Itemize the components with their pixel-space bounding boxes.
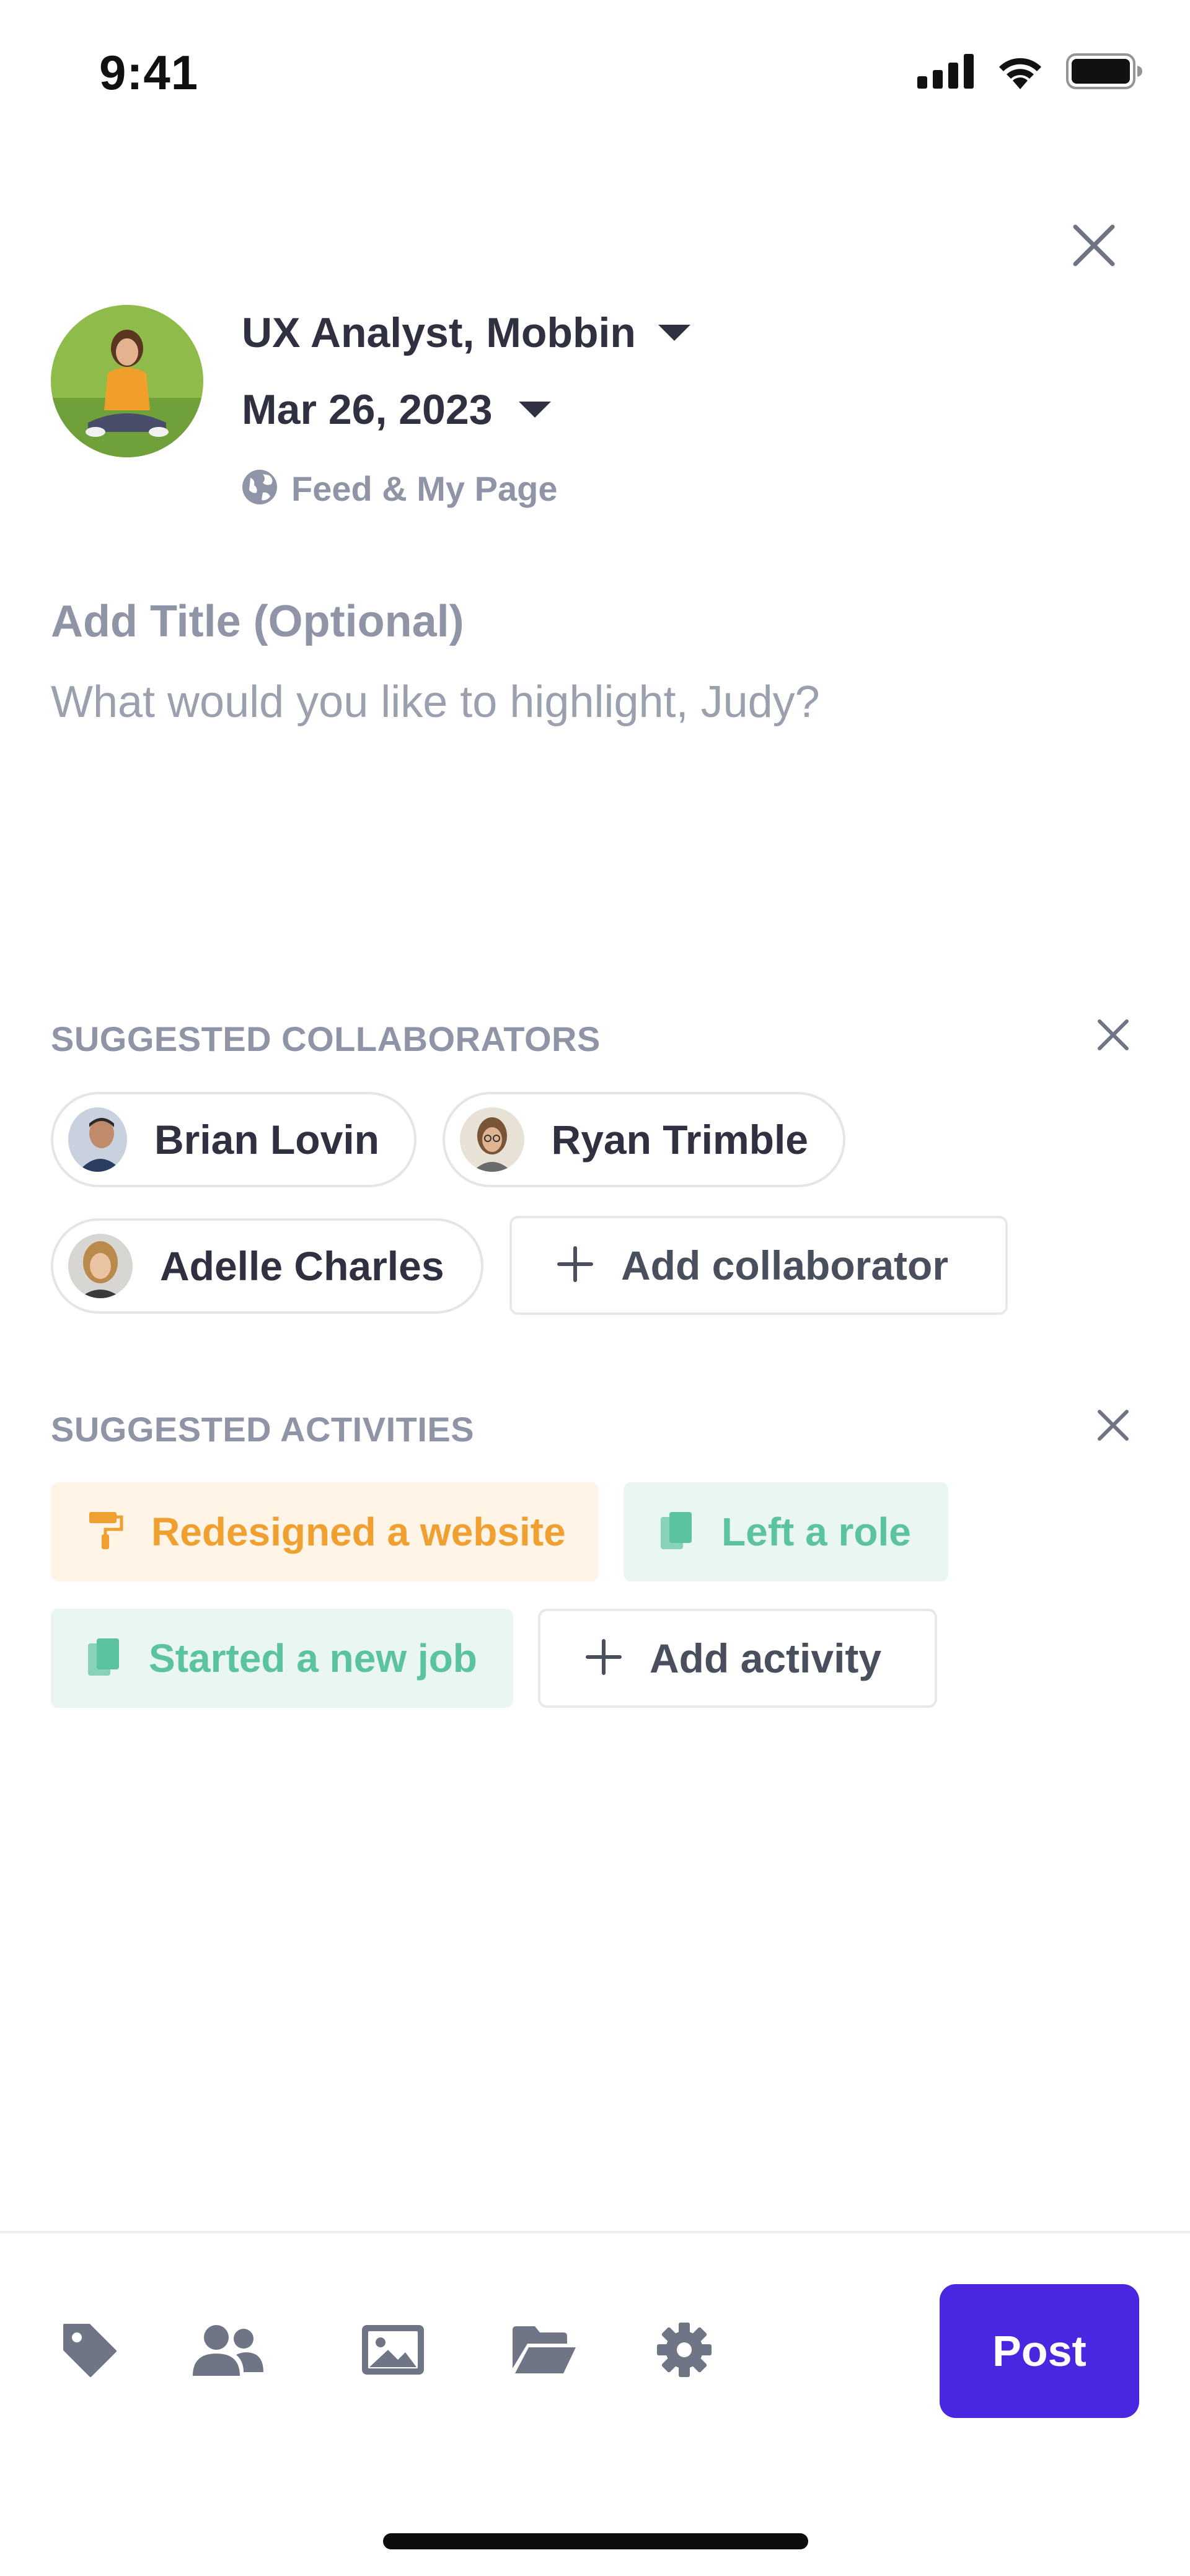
collaborator-pill[interactable]: Adelle Charles — [51, 1218, 483, 1314]
activity-label: Started a new job — [149, 1636, 477, 1681]
status-icons — [917, 53, 1143, 92]
toolbar-divider — [0, 2231, 1190, 2233]
user-avatar — [51, 305, 203, 457]
collaborator-name: Brian Lovin — [154, 1117, 379, 1163]
close-icon — [1096, 1409, 1130, 1445]
dismiss-collaborators-button[interactable] — [1088, 1011, 1138, 1061]
settings-icon — [656, 2322, 712, 2381]
home-indicator — [383, 2533, 808, 2549]
folder-icon — [511, 2325, 577, 2378]
avatar — [68, 1234, 133, 1298]
collaborator-name: Ryan Trimble — [551, 1117, 808, 1163]
audience-text: Feed & My Page — [291, 469, 558, 508]
paint-roller-icon — [87, 1511, 124, 1554]
close-icon — [1072, 223, 1116, 271]
avatar — [460, 1107, 524, 1172]
collaborator-pill[interactable]: Brian Lovin — [51, 1092, 416, 1187]
post-button[interactable]: Post — [940, 2284, 1139, 2418]
chevron-down-icon — [658, 325, 690, 341]
avatar — [68, 1107, 127, 1172]
cellular-signal-icon — [917, 54, 974, 92]
activity-chip[interactable]: Redesigned a website — [51, 1482, 599, 1581]
activities-section-label: SUGGESTED ACTIVITIES — [51, 1410, 475, 1449]
folder-button[interactable] — [507, 2314, 581, 2388]
add-collaborator-label: Add collaborator — [621, 1242, 949, 1288]
tag-button[interactable] — [52, 2314, 126, 2388]
date-selector[interactable]: Mar 26, 2023 — [242, 385, 551, 434]
role-selector[interactable]: UX Analyst, Mobbin — [242, 309, 690, 357]
status-time: 9:41 — [99, 45, 199, 100]
close-icon — [1096, 1018, 1130, 1055]
add-activity-label: Add activity — [650, 1635, 882, 1681]
date-text: Mar 26, 2023 — [242, 386, 493, 433]
people-icon — [192, 2324, 265, 2379]
document-icon — [659, 1511, 694, 1554]
settings-button[interactable] — [647, 2314, 721, 2388]
activity-chip[interactable]: Left a role — [624, 1482, 948, 1581]
collaborator-pill[interactable]: Ryan Trimble — [443, 1092, 845, 1187]
activity-chip[interactable]: Started a new job — [51, 1609, 513, 1708]
dismiss-activities-button[interactable] — [1088, 1402, 1138, 1451]
globe-icon — [242, 469, 278, 508]
document-icon — [87, 1637, 121, 1680]
activity-label: Left a role — [721, 1510, 911, 1554]
people-button[interactable] — [191, 2314, 265, 2388]
tag-icon — [61, 2321, 118, 2381]
chevron-down-icon — [518, 402, 551, 418]
add-activity-button[interactable]: Add activity — [538, 1609, 937, 1708]
plus-icon — [585, 1638, 622, 1679]
image-button[interactable] — [356, 2314, 430, 2388]
image-icon — [361, 2324, 425, 2379]
add-collaborator-button[interactable]: Add collaborator — [509, 1216, 1008, 1315]
collaborators-section-label: SUGGESTED COLLABORATORS — [51, 1019, 601, 1058]
role-text: UX Analyst, Mobbin — [242, 309, 636, 356]
title-input[interactable]: Add Title (Optional) — [51, 596, 464, 647]
battery-icon — [1066, 53, 1143, 92]
body-input[interactable]: What would you like to highlight, Judy? — [51, 677, 820, 728]
close-button[interactable] — [1061, 214, 1127, 279]
plus-icon — [557, 1246, 594, 1286]
audience-selector[interactable]: Feed & My Page — [242, 468, 557, 509]
activity-label: Redesigned a website — [151, 1510, 566, 1554]
wifi-icon — [995, 53, 1045, 92]
collaborator-name: Adelle Charles — [160, 1243, 444, 1289]
